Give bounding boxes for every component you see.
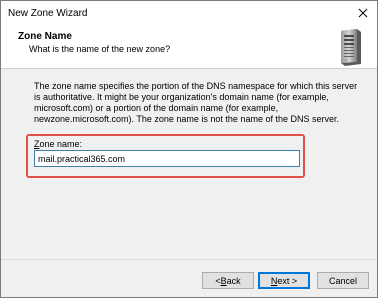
window-title: New Zone Wizard [8, 8, 88, 19]
title-bar: New Zone Wizard [1, 1, 377, 25]
zone-name-input[interactable] [34, 150, 300, 167]
page-title: Zone Name [18, 31, 72, 42]
zone-label-text: one name: [39, 139, 83, 149]
next-button[interactable]: Next > [258, 272, 310, 289]
page-subtitle: What is the name of the new zone? [29, 44, 171, 54]
zone-description: The zone name specifies the portion of t… [34, 81, 358, 124]
zone-name-label: Zone name: [34, 139, 82, 149]
back-label: ack [226, 275, 241, 286]
footer-divider [1, 259, 377, 260]
close-icon [358, 8, 368, 18]
wizard-window: New Zone Wizard Zone Name What is the na… [0, 0, 378, 298]
back-button[interactable]: < Back [202, 272, 254, 289]
server-icon [341, 29, 361, 66]
close-button[interactable] [355, 5, 371, 21]
wizard-header: Zone Name What is the name of the new zo… [1, 25, 377, 69]
next-label: ext > [277, 275, 298, 286]
cancel-button[interactable]: Cancel [317, 272, 369, 289]
